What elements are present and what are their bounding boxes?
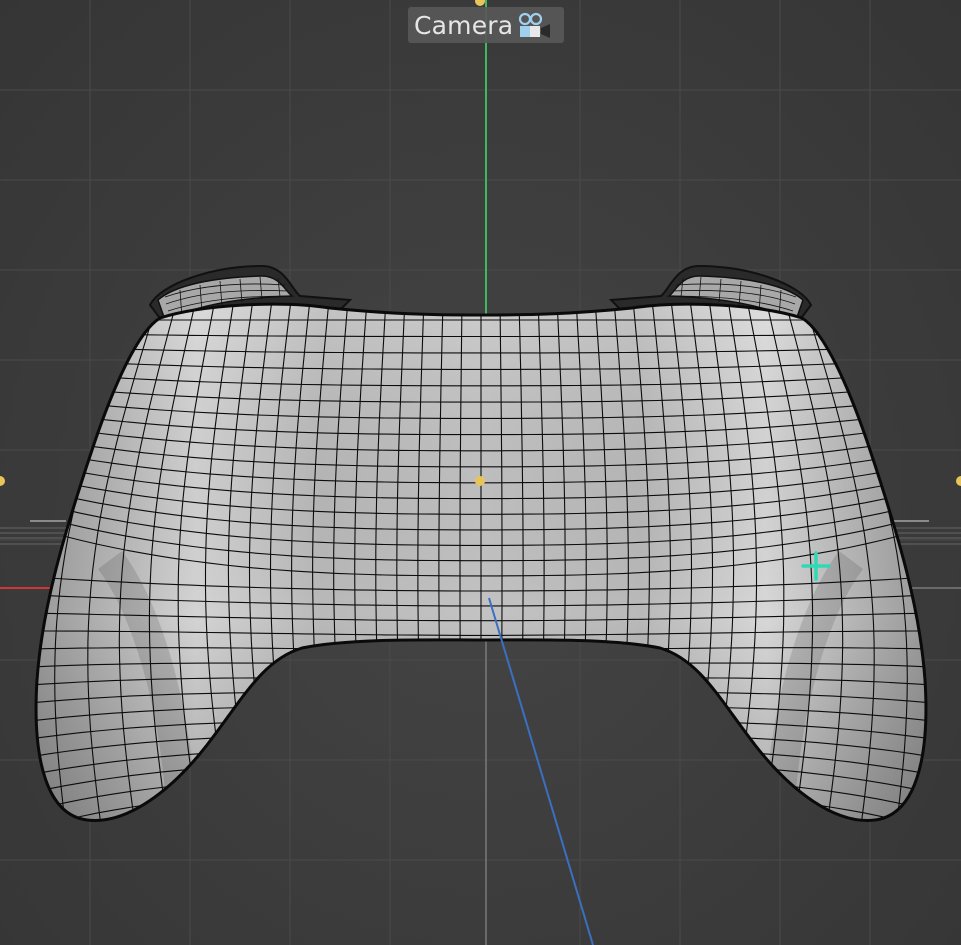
handle-center[interactable] [475, 476, 485, 486]
z-axis-line [488, 597, 594, 945]
viewport-scene[interactable] [0, 0, 961, 945]
gamepad-mesh[interactable] [0, 300, 961, 893]
3d-viewport[interactable]: Camera [0, 0, 961, 945]
camera-label-text: Camera [414, 10, 514, 40]
camera-icon [518, 11, 552, 39]
camera-label[interactable]: Camera [408, 7, 565, 43]
handle-right[interactable] [956, 476, 961, 486]
